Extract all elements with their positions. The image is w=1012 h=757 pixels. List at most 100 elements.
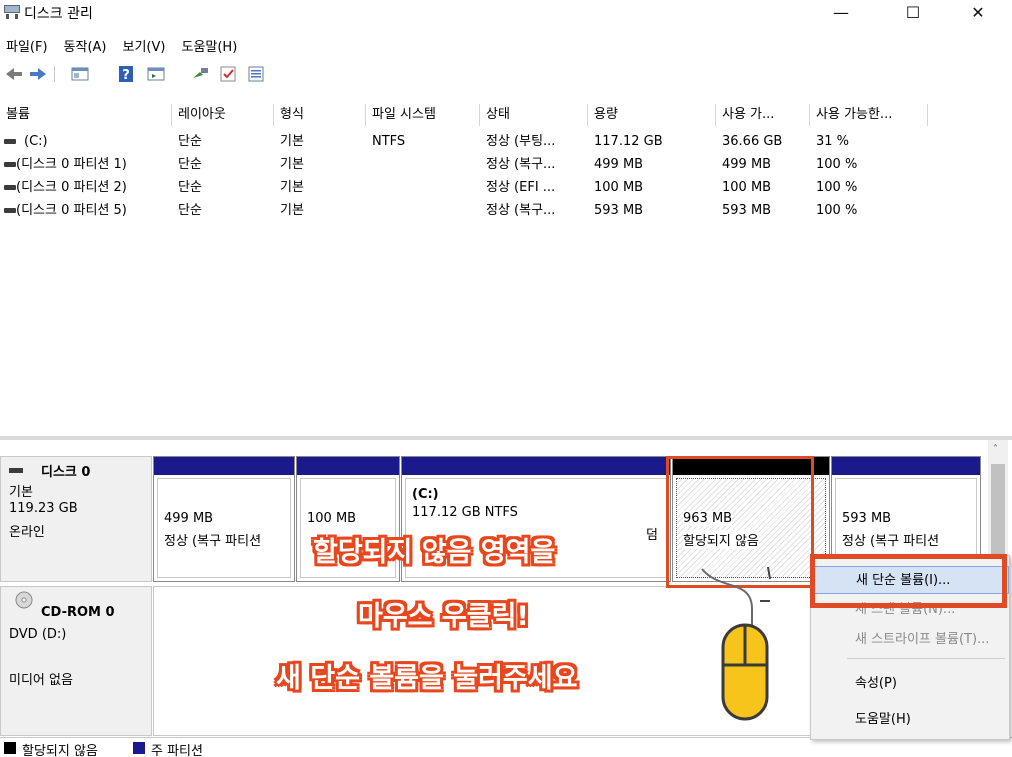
partition-status: 정상 (복구 파티션 [842, 534, 940, 549]
volume-name: (디스크 0 파티션 5) [16, 203, 127, 218]
menu-help[interactable]: 도움말(H) [811, 706, 1009, 734]
menu-file[interactable]: 파일(F) [0, 34, 56, 55]
volume-percent: 100 % [816, 203, 858, 218]
forward-arrow-icon[interactable] [28, 64, 48, 84]
volume-status: 정상 (EFI ... [486, 180, 556, 195]
maximize-button[interactable]: ☐ [890, 0, 936, 28]
volume-type: 기본 [280, 180, 304, 195]
volume-layout: 단순 [178, 180, 202, 195]
drive-icon [4, 208, 16, 213]
disk0-state: 온라인 [9, 525, 45, 540]
toolbar-separator [54, 66, 55, 82]
partition-recovery-1[interactable]: 499 MB 정상 (복구 파티션 [153, 456, 295, 582]
column-capacity[interactable]: 용량 [588, 104, 716, 126]
help-icon[interactable]: ? [116, 64, 136, 84]
menu-action[interactable]: 동작(A) [56, 34, 115, 55]
volume-name: (디스크 0 파티션 2) [16, 180, 127, 195]
legend-bar: 할당되지 않음 주 파티션 [0, 737, 1012, 757]
svg-text:?: ? [122, 68, 130, 83]
menu-bar: 파일(F) 동작(A) 보기(V) 도움말(H) [0, 34, 245, 56]
partition-size: 100 MB [307, 511, 357, 526]
primary-swatch [133, 742, 145, 754]
drive-icon [4, 139, 16, 144]
column-percent-free[interactable]: 사용 가능한... [810, 104, 928, 126]
partition-size: 499 MB [164, 511, 214, 526]
properties-icon[interactable] [246, 64, 266, 84]
column-status[interactable]: 상태 [480, 104, 588, 126]
cdrom-media: 미디어 없음 [9, 673, 73, 688]
volume-percent: 100 % [816, 180, 858, 195]
cdrom-name: CD-ROM 0 [41, 605, 115, 620]
check-icon[interactable] [218, 64, 238, 84]
volume-row[interactable]: (C:) 단순 기본 NTFS 정상 (부팅... 117.12 GB 36.6… [0, 130, 1012, 153]
volume-type: 기본 [280, 157, 304, 172]
volume-row[interactable]: (디스크 0 파티션 1) 단순 기본 정상 (복구... 499 MB 499… [0, 153, 1012, 176]
disk0-label[interactable]: 디스크 0 기본 119.23 GB 온라인 [0, 456, 152, 582]
annotation-line-1: 할당되지 않음 영역을 [313, 537, 556, 568]
back-arrow-icon[interactable] [4, 64, 24, 84]
partition-size: 593 MB [842, 511, 892, 526]
partition-bar [402, 457, 670, 475]
mouse-icon [701, 566, 771, 721]
menu-properties[interactable]: 속성(P) [811, 670, 1009, 698]
menu-separator [847, 658, 1005, 659]
disk-icon [9, 468, 23, 473]
column-file-system[interactable]: 파일 시스템 [366, 104, 480, 126]
disk0-size: 119.23 GB [9, 501, 78, 516]
legend-primary: 주 파티션 [151, 744, 203, 757]
menu-view[interactable]: 보기(V) [115, 34, 174, 55]
volume-free: 36.66 GB [722, 134, 783, 149]
volume-name: (디스크 0 파티션 1) [16, 157, 127, 172]
volume-type: 기본 [280, 134, 304, 149]
menu-new-striped-volume[interactable]: 새 스트라이프 볼륨(T)... [811, 626, 1009, 654]
minimize-button[interactable]: — [818, 0, 864, 28]
window-title: 디스크 관리 [24, 6, 93, 22]
annotation-line-3: 새 단순 볼륨을 눌러주세요 [276, 663, 578, 694]
partition-size: 117.12 GB NTFS [412, 505, 518, 520]
column-type[interactable]: 형식 [274, 104, 366, 126]
volume-row[interactable]: (디스크 0 파티션 5) 단순 기본 정상 (복구... 593 MB 593… [0, 199, 1012, 222]
scroll-up-icon[interactable]: ˄ [993, 444, 998, 455]
column-volume[interactable]: 볼륨 [0, 104, 172, 126]
volume-percent: 31 % [816, 134, 850, 149]
volume-status: 정상 (복구... [486, 157, 556, 172]
highlight-new-simple-volume-box [810, 554, 1007, 608]
cdrom-drive: DVD (D:) [9, 627, 67, 642]
volume-list-header: 볼륨 레이아웃 형식 파일 시스템 상태 용량 사용 가... 사용 가능한..… [0, 104, 1012, 126]
volume-layout: 단순 [178, 203, 202, 218]
unallocated-swatch [4, 742, 16, 754]
console-tree-icon[interactable] [70, 64, 90, 84]
drive-icon [4, 162, 16, 167]
volume-capacity: 499 MB [594, 157, 644, 172]
volume-free: 100 MB [722, 180, 772, 195]
disk0-name: 디스크 0 [41, 465, 91, 480]
volume-capacity: 100 MB [594, 180, 644, 195]
toolbar: ? [0, 64, 1012, 88]
legend-unallocated: 할당되지 않음 [22, 744, 98, 757]
column-free-space[interactable]: 사용 가... [716, 104, 810, 126]
connect-icon[interactable] [190, 64, 210, 84]
menu-help[interactable]: 도움말(H) [173, 34, 245, 55]
volume-name: (C:) [24, 134, 48, 149]
volume-layout: 단순 [178, 134, 202, 149]
partition-label: (C:) [412, 487, 439, 502]
partition-status: 덤 [646, 528, 658, 543]
partition-bar [154, 457, 294, 475]
annotation-line-2: 마우스 우클릭! [358, 601, 529, 632]
disk-management-app-icon [4, 5, 20, 19]
volume-status: 정상 (부팅... [486, 134, 556, 149]
volume-capacity: 593 MB [594, 203, 644, 218]
disk0-type: 기본 [9, 485, 33, 500]
cdrom-label[interactable]: CD-ROM 0 DVD (D:) 미디어 없음 [0, 586, 152, 736]
volume-layout: 단순 [178, 157, 202, 172]
column-layout[interactable]: 레이아웃 [172, 104, 274, 126]
close-button[interactable]: ✕ [955, 0, 1001, 28]
partition-bar [297, 457, 399, 475]
volume-percent: 100 % [816, 157, 858, 172]
volume-type: 기본 [280, 203, 304, 218]
action-pane-icon[interactable] [146, 64, 166, 84]
title-bar: 디스크 관리 — ☐ ✕ [0, 0, 1012, 28]
volume-capacity: 117.12 GB [594, 134, 663, 149]
drive-icon [4, 185, 16, 190]
volume-row[interactable]: (디스크 0 파티션 2) 단순 기본 정상 (EFI ... 100 MB 1… [0, 176, 1012, 199]
